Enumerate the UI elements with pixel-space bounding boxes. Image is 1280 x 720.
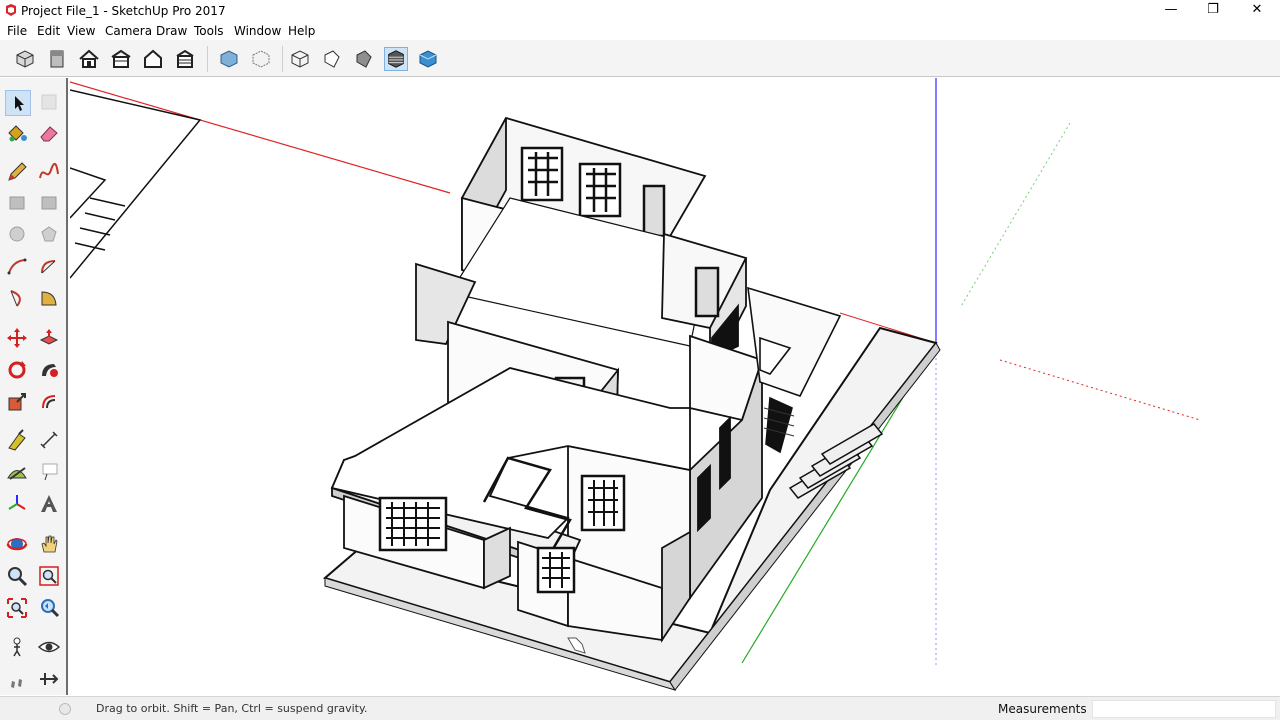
protractor-tool-icon[interactable] — [5, 460, 31, 486]
status-hint-text: Drag to orbit. Shift = Pan, Ctrl = suspe… — [96, 702, 368, 715]
polygon-tool-icon[interactable] — [37, 222, 63, 248]
zoom-extents-tool-icon[interactable] — [5, 596, 31, 622]
zoom-tool-icon[interactable] — [5, 564, 31, 590]
look-around-tool-icon[interactable] — [37, 635, 63, 661]
status-bar: Drag to orbit. Shift = Pan, Ctrl = suspe… — [0, 696, 1280, 720]
menu-camera[interactable]: Camera — [105, 24, 152, 38]
menu-help[interactable]: Help — [288, 24, 315, 38]
rectangle-tool-icon[interactable] — [5, 191, 31, 217]
menu-draw[interactable]: Draw — [156, 24, 187, 38]
menu-view[interactable]: View — [67, 24, 95, 38]
zoom-window-tool-icon[interactable] — [37, 564, 63, 590]
hiddenline-style-icon[interactable] — [320, 47, 344, 71]
pie-tool-icon[interactable] — [37, 286, 63, 312]
back-view-icon[interactable] — [141, 47, 165, 71]
shaded-style-icon[interactable] — [352, 47, 376, 71]
previous-view-tool-icon[interactable] — [37, 596, 63, 622]
monochrome-style-icon[interactable] — [416, 47, 440, 71]
front-view-icon[interactable] — [77, 47, 101, 71]
menu-tools[interactable]: Tools — [194, 24, 224, 38]
boundary-wall-left — [70, 89, 202, 279]
paint-bucket-tool-icon[interactable] — [5, 121, 31, 147]
dimension-tool-icon[interactable] — [37, 428, 63, 454]
arc-tool-icon[interactable] — [5, 255, 31, 281]
pan-tool-icon[interactable] — [37, 532, 63, 558]
left-view-icon[interactable] — [173, 47, 197, 71]
orbit-tool-icon[interactable] — [5, 532, 31, 558]
eraser-tool-icon[interactable] — [37, 121, 63, 147]
xray-style-icon[interactable] — [217, 47, 241, 71]
component-tool-icon[interactable] — [37, 90, 63, 116]
restore-button[interactable]: ❐ — [1190, 0, 1236, 22]
section-plane-tool-icon[interactable] — [37, 667, 63, 693]
toolbar-separator — [282, 46, 283, 72]
menu-edit[interactable]: Edit — [37, 24, 60, 38]
model-canvas[interactable] — [70, 78, 1280, 695]
wireframe-style-icon[interactable] — [288, 47, 312, 71]
sketchup-logo-icon — [6, 4, 16, 16]
toolbar-separator — [207, 46, 208, 72]
three-point-arc-tool-icon[interactable] — [5, 286, 31, 312]
freehand-tool-icon[interactable] — [37, 160, 63, 186]
circle-tool-icon[interactable] — [5, 222, 31, 248]
red-axis-line — [70, 81, 451, 194]
menu-window[interactable]: Window — [234, 24, 281, 38]
walk-tool-icon[interactable] — [5, 667, 31, 693]
pencil-tool-icon[interactable] — [5, 160, 31, 186]
title-bar: Project File_1 - SketchUp Pro 2017 — ❐ ✕ — [0, 0, 1280, 22]
offset-tool-icon[interactable] — [37, 390, 63, 416]
axes-tool-icon[interactable] — [5, 492, 31, 518]
iso-view-icon[interactable] — [13, 47, 37, 71]
backedges-style-icon[interactable] — [249, 47, 273, 71]
first-floor-front-window — [580, 474, 626, 532]
shaded-textures-style-icon[interactable] — [384, 47, 408, 71]
rotated-rectangle-tool-icon[interactable] — [37, 191, 63, 217]
position-camera-tool-icon[interactable] — [5, 635, 31, 661]
minimize-button[interactable]: — — [1148, 0, 1194, 22]
info-icon[interactable] — [58, 702, 72, 716]
close-button[interactable]: ✕ — [1234, 0, 1280, 22]
red-axis-dotted — [999, 359, 1201, 421]
two-point-arc-tool-icon[interactable] — [37, 255, 63, 281]
top-view-icon[interactable] — [45, 47, 69, 71]
window-title: Project File_1 - SketchUp Pro 2017 — [21, 4, 226, 18]
move-tool-icon[interactable] — [5, 326, 31, 352]
select-tool-icon[interactable] — [5, 90, 31, 116]
green-axis-dotted — [959, 122, 1071, 309]
measurements-label: Measurements — [998, 702, 1087, 716]
views-styles-toolbar — [0, 40, 1280, 77]
push-pull-tool-icon[interactable] — [37, 326, 63, 352]
tools-palette — [0, 78, 68, 695]
right-view-icon[interactable] — [109, 47, 133, 71]
menu-file[interactable]: File — [7, 24, 27, 38]
3d-text-tool-icon[interactable] — [37, 492, 63, 518]
rotate-tool-icon[interactable] — [5, 358, 31, 384]
tape-measure-tool-icon[interactable] — [5, 428, 31, 454]
menu-bar: File Edit View Camera Draw Tools Window … — [0, 22, 1280, 40]
measurements-input[interactable] — [1092, 700, 1276, 718]
follow-me-tool-icon[interactable] — [37, 358, 63, 384]
drawing-viewport[interactable] — [70, 78, 1280, 695]
text-tool-icon[interactable] — [37, 460, 63, 486]
scale-tool-icon[interactable] — [5, 390, 31, 416]
